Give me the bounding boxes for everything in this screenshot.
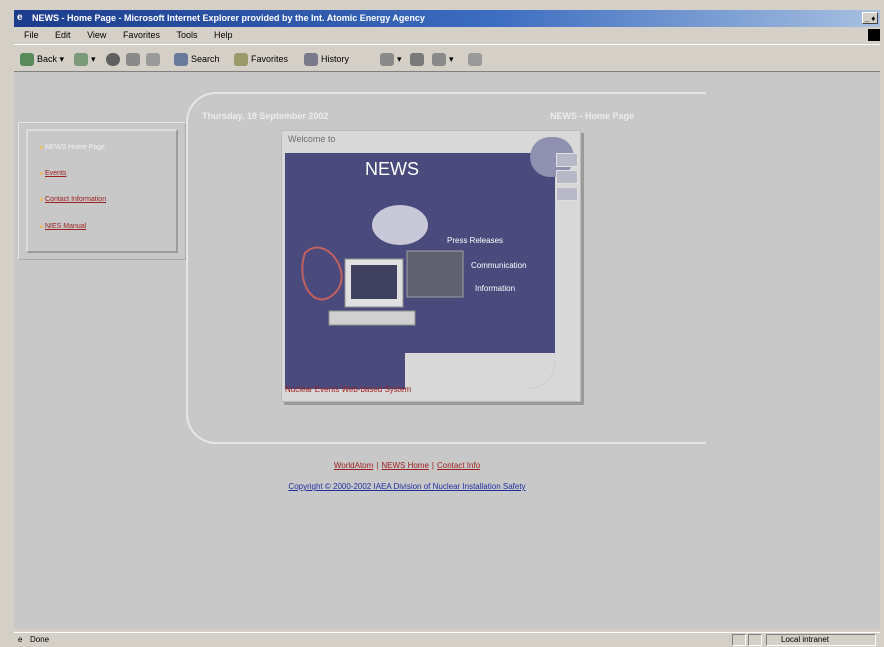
print-button[interactable]	[410, 51, 427, 67]
search-label: Search	[191, 54, 220, 64]
refresh-button[interactable]	[126, 51, 143, 67]
sidebar-item-label: NEWS Home Page	[45, 144, 105, 151]
sidebar-item-label[interactable]: Events	[45, 170, 66, 177]
sidebar-item-label[interactable]: Contact Information	[45, 196, 106, 203]
history-button[interactable]: History	[304, 51, 349, 67]
sidebar-item-events[interactable]: Events	[40, 169, 66, 179]
banner-communication[interactable]: Communication	[471, 261, 527, 270]
ie-logo-icon: e	[17, 12, 23, 23]
control-room-photo	[406, 250, 464, 298]
home-button[interactable]	[146, 51, 163, 67]
history-label: History	[321, 54, 350, 64]
refresh-icon	[126, 53, 140, 67]
keyboard-icon	[328, 310, 416, 326]
sidebar-item-label[interactable]: NIES Manual	[45, 223, 86, 230]
menu-edit[interactable]: Edit	[55, 30, 71, 40]
status-pane	[748, 634, 762, 646]
sidebar-item-contact[interactable]: Contact Information	[40, 195, 106, 205]
banner-press-releases[interactable]: Press Releases	[447, 236, 503, 245]
window-left-border	[0, 10, 14, 632]
menu-view[interactable]: View	[87, 30, 106, 40]
window-title: NEWS - Home Page - Microsoft Internet Ex…	[32, 13, 425, 23]
standard-toolbar: Back ▾ ▾ Search Favorites History ▾ ▾	[14, 44, 880, 72]
back-button[interactable]: Back ▾	[20, 51, 64, 67]
banner-side-button[interactable]	[556, 170, 578, 184]
banner-side-buttons	[556, 153, 578, 213]
browser-window: e NEWS - Home Page - Microsoft Internet …	[0, 0, 884, 647]
forward-arrow-icon	[74, 53, 88, 67]
forward-button[interactable]: ▾	[74, 51, 96, 67]
banner-welcome-text: Welcome to	[288, 134, 336, 144]
menu-help[interactable]: Help	[214, 30, 233, 40]
back-arrow-icon	[20, 53, 34, 67]
bullet-icon	[40, 197, 43, 201]
banner-illustration	[301, 205, 555, 389]
window-controls[interactable]: _ ♦	[862, 12, 878, 24]
current-date: Thursday, 19 September 2002	[202, 111, 329, 121]
zone-label: Local intranet	[781, 635, 830, 644]
ie-page-icon: e	[18, 635, 23, 644]
separator: |	[376, 461, 379, 470]
link-news-home[interactable]: NEWS Home	[381, 461, 429, 470]
sidebar-item-home: NEWS Home Page	[40, 143, 105, 153]
link-contact-info[interactable]: Contact Info	[437, 461, 480, 470]
page-title: NEWS - Home Page	[550, 111, 635, 121]
banner-information[interactable]: Information	[475, 284, 515, 293]
favorites-label: Favorites	[251, 54, 289, 64]
banner-tagline: Nuclear Events Web-based System	[285, 385, 412, 394]
sidebar-item-manual[interactable]: NIES Manual	[40, 222, 86, 232]
separator: |	[431, 461, 434, 470]
security-zone: Local intranet	[766, 634, 876, 646]
link-worldatom[interactable]: WorldAtom	[334, 461, 373, 470]
page-content: NEWS Home Page Events Contact Informatio…	[14, 72, 880, 629]
menu-tools[interactable]: Tools	[176, 30, 197, 40]
menu-favorites[interactable]: Favorites	[123, 30, 160, 40]
footer-links: WorldAtom | NEWS Home | Contact Info	[14, 461, 800, 470]
banner-footer-panel	[405, 353, 555, 389]
back-label: Back	[37, 54, 58, 64]
windows-logo-icon	[868, 29, 880, 41]
search-icon	[174, 53, 188, 67]
discuss-icon	[468, 53, 482, 67]
status-text: Done	[30, 635, 50, 644]
cables-graphic	[301, 246, 343, 301]
copyright-link[interactable]: Copyright © 2000-2002 IAEA Division of N…	[14, 482, 800, 491]
stop-button[interactable]	[106, 51, 123, 67]
mail-icon	[380, 53, 394, 67]
history-icon	[304, 53, 318, 67]
favorites-icon	[234, 53, 248, 67]
print-icon	[410, 53, 424, 67]
banner-graphic: NEWS Press Releases Communication Inform…	[285, 153, 555, 389]
bullet-icon	[40, 171, 43, 175]
stop-icon	[106, 53, 120, 67]
menu-bar: File Edit View Favorites Tools Help	[14, 27, 880, 43]
monitor-screen	[351, 265, 397, 299]
status-pane	[732, 634, 746, 646]
menu-file[interactable]: File	[24, 30, 39, 40]
news-banner-image[interactable]: Welcome to NEWS Press Releases Communica…	[281, 130, 581, 402]
banner-side-button[interactable]	[556, 153, 578, 167]
status-bar: e Done Local intranet	[14, 632, 880, 647]
favorites-button[interactable]: Favorites	[234, 51, 288, 67]
edit-button[interactable]: ▾	[432, 51, 454, 67]
satellite-dish-icon	[372, 205, 428, 245]
edit-icon	[432, 53, 446, 67]
bullet-icon	[40, 145, 43, 149]
search-button[interactable]: Search	[174, 51, 220, 67]
mail-button[interactable]: ▾	[380, 51, 402, 67]
discuss-button[interactable]	[468, 51, 485, 67]
title-bar: e NEWS - Home Page - Microsoft Internet …	[14, 10, 880, 27]
banner-side-button[interactable]	[556, 187, 578, 201]
home-icon	[146, 53, 160, 67]
bullet-icon	[40, 224, 43, 228]
